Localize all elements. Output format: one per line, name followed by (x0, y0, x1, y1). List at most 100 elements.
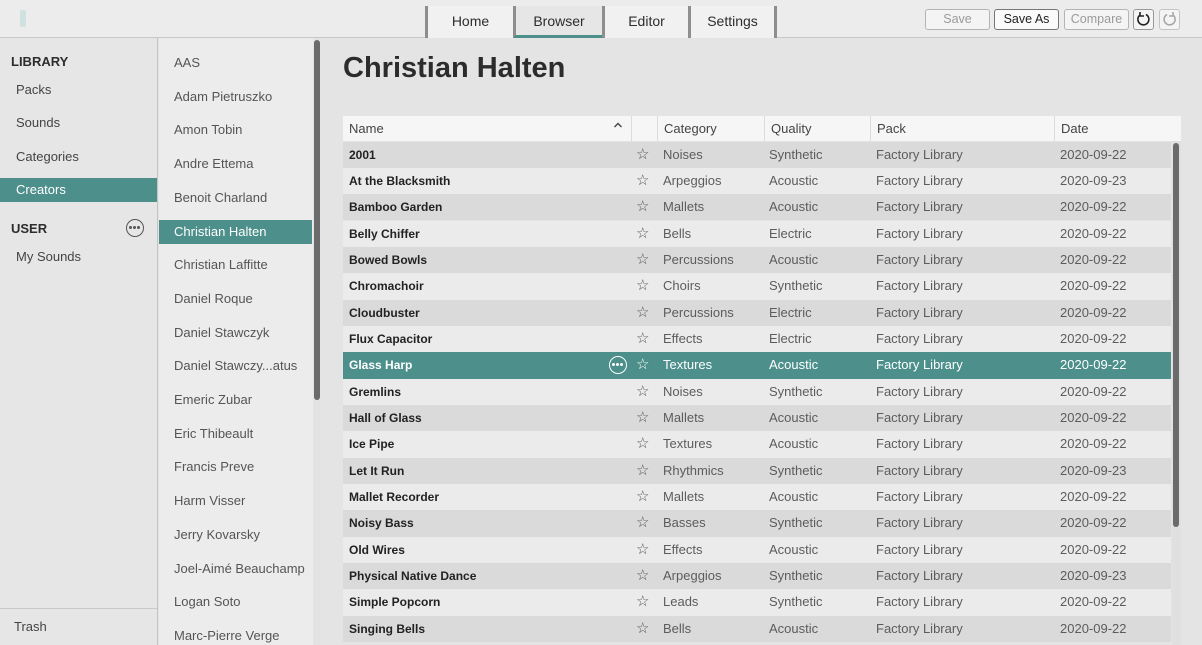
sound-name: Simple Popcorn (349, 595, 441, 610)
sort-ascending-icon[interactable] (613, 118, 623, 135)
creator-list-item[interactable]: Harm Visser (159, 489, 312, 513)
favorite-star-icon[interactable]: ☆ (636, 221, 649, 247)
favorite-star-icon[interactable]: ☆ (636, 405, 649, 431)
favorite-star-icon[interactable]: ☆ (636, 142, 649, 168)
sidebar-item-categories[interactable]: Categories (0, 145, 157, 169)
creator-list-item[interactable]: Logan Soto (159, 590, 312, 614)
sidebar-item-creators[interactable]: Creators (0, 178, 157, 202)
table-row[interactable]: Hall of Glass ☆ Mallets Acoustic Factory Lib… (343, 405, 1171, 432)
creator-list-item[interactable]: Daniel Stawczy...atus (159, 354, 312, 378)
sound-quality: Acoustic (769, 251, 819, 267)
sound-quality: Acoustic (769, 172, 819, 188)
favorite-star-icon[interactable]: ☆ (636, 326, 649, 352)
table-row[interactable]: Chromachoir ☆ Choirs Synthetic Factory Libra… (343, 273, 1171, 300)
column-header-favorite[interactable] (631, 116, 657, 141)
creator-list-item[interactable]: Daniel Roque (159, 287, 312, 311)
sound-pack: Factory Library (876, 515, 963, 531)
favorite-star-icon[interactable]: ☆ (636, 273, 649, 299)
creator-list-item[interactable]: Christian Laffitte (159, 253, 312, 277)
sound-date: 2020-09-22 (1060, 383, 1127, 399)
save-as-button[interactable]: Save As (994, 9, 1059, 30)
sound-quality: Electric (769, 225, 812, 241)
row-more-options-icon[interactable] (609, 356, 627, 375)
tab-editor[interactable]: Editor (602, 6, 688, 38)
tab-home[interactable]: Home (425, 6, 513, 38)
table-row[interactable]: Singing Bells ☆ Bells Acoustic Factory Libra… (343, 615, 1171, 643)
table-row[interactable]: Old Wires ☆ Effects Acoustic Factory Library… (343, 536, 1171, 564)
favorite-star-icon[interactable]: ☆ (636, 431, 649, 457)
save-button[interactable]: Save (925, 9, 990, 30)
favorite-star-icon[interactable]: ☆ (636, 484, 649, 510)
sidebar-item-trash[interactable]: Trash (0, 615, 157, 639)
creator-list-item[interactable]: Jerry Kovarsky (159, 523, 312, 547)
sound-quality: Synthetic (769, 594, 823, 610)
creator-list-item[interactable]: Emeric Zubar (159, 388, 312, 412)
sidebar-item-my-sounds[interactable]: My Sounds (0, 245, 157, 269)
sound-name: Noisy Bass (349, 516, 414, 531)
favorite-star-icon[interactable]: ☆ (636, 563, 649, 589)
table-row[interactable]: Bowed Bowls ☆ Percussions Acoustic Factory L… (343, 246, 1171, 274)
table-row[interactable]: Noisy Bass ☆ Basses Synthetic Factory Librar… (343, 510, 1171, 537)
creator-list-item[interactable]: Daniel Stawczyk (159, 321, 312, 345)
table-row[interactable]: Flux Capacitor ☆ Effects Electric Factory Li… (343, 325, 1171, 353)
favorite-star-icon[interactable]: ☆ (636, 300, 649, 326)
favorite-star-icon[interactable]: ☆ (636, 458, 649, 484)
table-row[interactable]: At the Blacksmith ☆ Arpeggios Acoustic Facto… (343, 167, 1171, 195)
redo-icon[interactable] (1159, 9, 1180, 30)
column-header-pack[interactable]: Pack (870, 116, 1054, 141)
favorite-star-icon[interactable]: ☆ (636, 168, 649, 194)
sound-name: Singing Bells (349, 621, 426, 636)
creator-list-item[interactable]: Marc-Pierre Verge (159, 624, 312, 645)
user-more-options-icon[interactable] (126, 219, 144, 237)
creator-list-item[interactable]: Joel-Aimé Beauchamp (159, 557, 312, 581)
table-row[interactable]: 2001 ☆ Noises Synthetic Factory Library 2020-… (343, 141, 1171, 168)
table-row[interactable]: Belly Chiffer ☆ Bells Electric Factory Libra… (343, 220, 1171, 247)
sound-category: Percussions (663, 251, 734, 267)
sound-pack: Factory Library (876, 383, 963, 399)
favorite-star-icon[interactable]: ☆ (636, 616, 649, 642)
table-scrollbar-thumb[interactable] (1173, 143, 1179, 527)
undo-icon[interactable] (1133, 9, 1154, 30)
favorite-star-icon[interactable]: ☆ (636, 589, 649, 615)
table-row[interactable]: Ice Pipe ☆ Textures Acoustic Factory Library… (343, 431, 1171, 458)
sound-quality: Acoustic (769, 620, 819, 636)
table-row[interactable]: Mallet Recorder ☆ Mallets Acoustic Factory L… (343, 484, 1171, 511)
creator-list-item[interactable]: Eric Thibeault (159, 422, 312, 446)
sound-pack: Factory Library (876, 199, 963, 215)
table-row[interactable]: Cloudbuster ☆ Percussions Electric Factory L… (343, 299, 1171, 326)
table-row[interactable]: Bamboo Garden ☆ Mallets Acoustic Factory Lib… (343, 194, 1171, 221)
favorite-star-icon[interactable]: ☆ (636, 510, 649, 536)
table-row[interactable]: Physical Native Dance ☆ Arpeggios Synthetic… (343, 563, 1171, 590)
favorite-star-icon[interactable]: ☆ (636, 352, 649, 378)
favorite-star-icon[interactable]: ☆ (636, 194, 649, 220)
favorite-star-icon[interactable]: ☆ (636, 379, 649, 405)
favorite-star-icon[interactable]: ☆ (636, 247, 649, 273)
column-header-name[interactable]: Name (343, 116, 631, 141)
sound-category: Noises (663, 383, 703, 399)
column-header-quality[interactable]: Quality (764, 116, 870, 141)
sound-name: Chromachoir (349, 279, 424, 294)
column-header-date[interactable]: Date (1054, 116, 1181, 141)
compare-button[interactable]: Compare (1064, 9, 1129, 30)
sound-pack: Factory Library (876, 489, 963, 505)
creators-scrollbar-thumb[interactable] (314, 40, 320, 400)
creator-list-item[interactable]: Christian Halten (159, 219, 312, 244)
sidebar-item-packs[interactable]: Packs (0, 78, 157, 102)
column-header-category[interactable]: Category (657, 116, 764, 141)
tab-browser[interactable]: Browser (513, 6, 602, 38)
table-row[interactable]: Gremlins ☆ Noises Synthetic Factory Library 2… (343, 378, 1171, 405)
table-row[interactable]: Glass Harp ☆ Textures Acoustic Factory Libra… (343, 352, 1171, 379)
table-row[interactable]: Let It Run ☆ Rhythmics Synthetic Factory Lib… (343, 457, 1171, 484)
creator-list-item[interactable]: Andre Ettema (159, 152, 312, 176)
table-row[interactable]: Simple Popcorn ☆ Leads Synthetic Factory Lib… (343, 589, 1171, 616)
creator-list-item[interactable]: Francis Preve (159, 455, 312, 479)
sound-name: Belly Chiffer (349, 226, 420, 241)
creator-list-item[interactable]: Adam Pietruszko (159, 85, 312, 109)
favorite-star-icon[interactable]: ☆ (636, 537, 649, 563)
sound-category: Bells (663, 620, 692, 636)
creator-list-item[interactable]: AAS (159, 51, 312, 75)
tab-settings[interactable]: Settings (688, 6, 774, 38)
sidebar-item-sounds[interactable]: Sounds (0, 111, 157, 135)
creator-list-item[interactable]: Benoit Charland (159, 186, 312, 210)
creator-list-item[interactable]: Amon Tobin (159, 118, 312, 142)
